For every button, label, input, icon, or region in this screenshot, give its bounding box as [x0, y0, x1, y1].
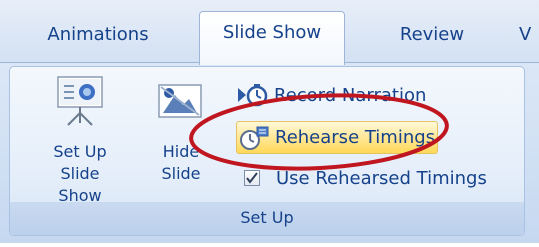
checkbox-checked-icon[interactable]: [244, 170, 260, 186]
tab-animations[interactable]: Animations: [18, 14, 178, 63]
hide-slide-label-line1: Hide: [162, 142, 200, 161]
group-label-text: Set Up: [240, 208, 294, 227]
use-rehearsed-timings-checkbox[interactable]: Use Rehearsed Timings: [236, 163, 487, 193]
setup-slideshow-label: Set Up Slide Show: [40, 141, 120, 207]
setup-slideshow-icon: [57, 76, 103, 126]
record-narration-icon: [238, 84, 268, 107]
hide-slide-button[interactable]: Hide Slide: [146, 73, 216, 185]
setup-slideshow-label-line2: Slide Show: [58, 164, 102, 205]
tab-slide-show[interactable]: Slide Show: [199, 11, 345, 65]
rehearse-timings-button[interactable]: Rehearse Timings: [236, 121, 438, 154]
ribbon-panel: Set Up Slide Show Hide Slide Record Narr…: [0, 62, 539, 243]
record-narration-label: Record Narration: [274, 84, 427, 106]
powerpoint-ribbon: Animations Slide Show Review V Set Up Sl…: [0, 0, 539, 247]
tab-review[interactable]: Review: [372, 14, 492, 63]
hide-slide-label-line2: Slide: [161, 164, 201, 183]
rehearse-timings-icon: [240, 126, 269, 150]
ribbon-tab-strip: Animations Slide Show Review V: [0, 0, 539, 65]
rehearse-timings-label: Rehearse Timings: [275, 127, 436, 148]
setup-slideshow-button[interactable]: Set Up Slide Show: [40, 73, 120, 207]
record-narration-button[interactable]: Record Narration: [236, 80, 426, 110]
hide-slide-icon: [158, 84, 202, 118]
group-label: Set Up: [10, 202, 524, 235]
setup-group: Set Up Slide Show Hide Slide Record Narr…: [9, 66, 525, 236]
use-rehearsed-timings-label: Use Rehearsed Timings: [276, 167, 487, 189]
hide-slide-label: Hide Slide: [146, 141, 216, 185]
setup-slideshow-label-line1: Set Up: [53, 142, 107, 161]
tab-view-partial[interactable]: V: [519, 14, 539, 63]
